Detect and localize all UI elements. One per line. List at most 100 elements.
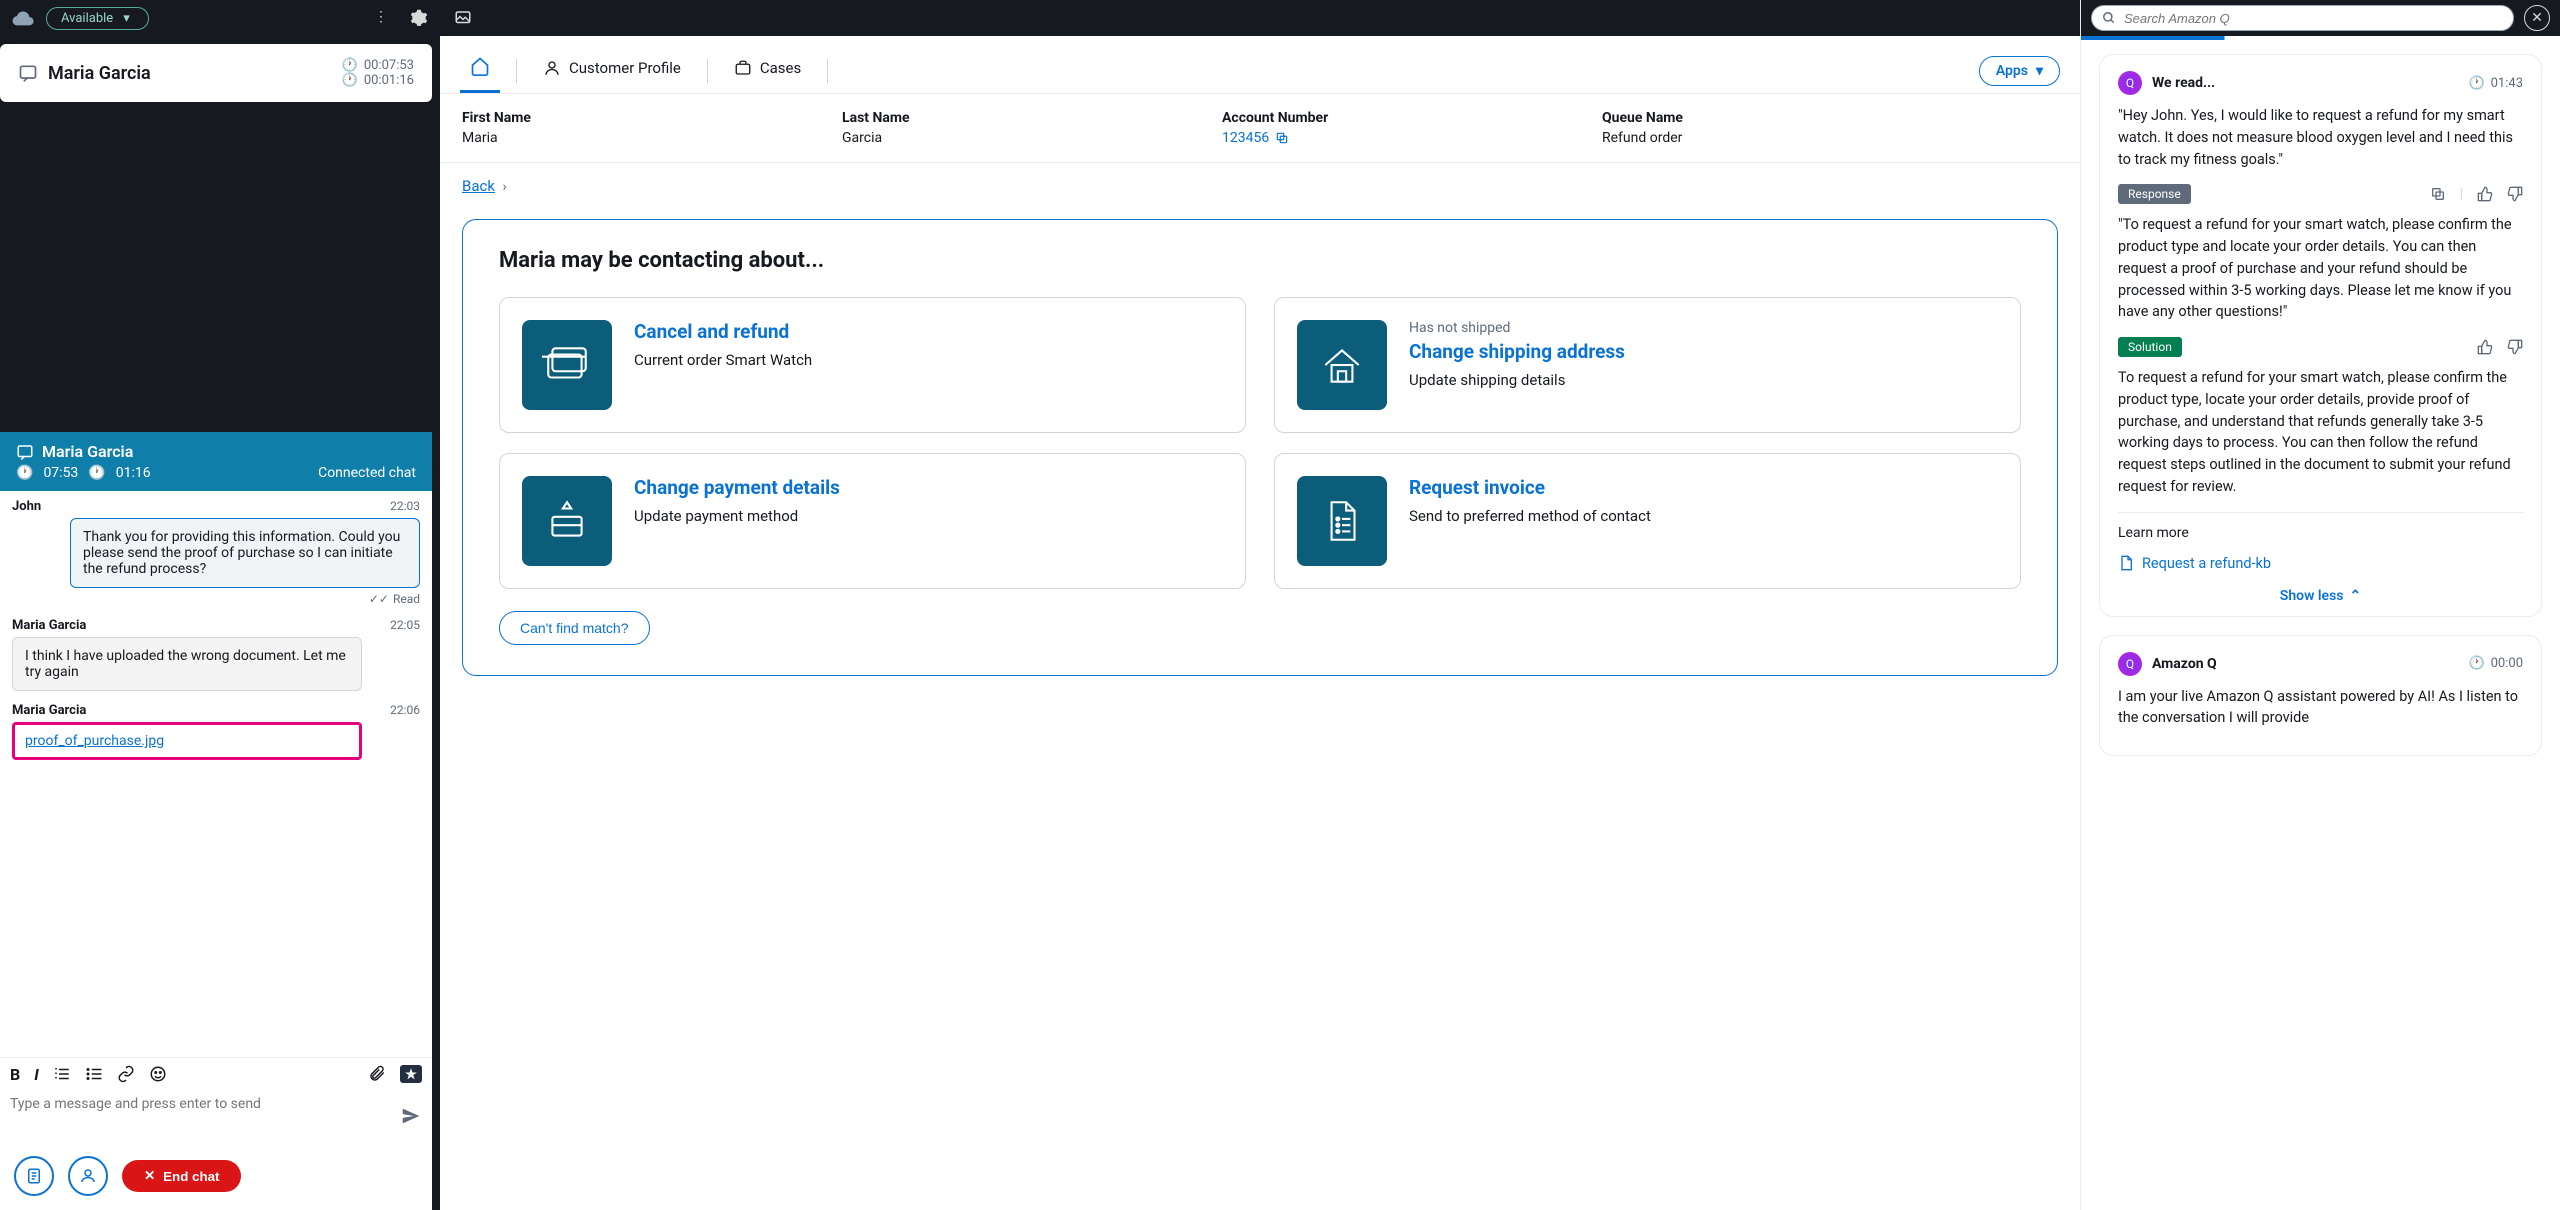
thumbs-down-icon[interactable] <box>2507 186 2523 202</box>
chevron-down-icon: ▾ <box>2036 63 2043 79</box>
kb-link-label: Request a refund-kb <box>2142 555 2271 572</box>
last-name-label: Last Name <box>842 110 1042 126</box>
q-card-title: Amazon Q <box>2152 656 2458 672</box>
card-subtitle: Send to preferred method of contact <box>1409 507 1651 525</box>
thumbs-up-icon[interactable] <box>2477 339 2493 355</box>
ordered-list-button[interactable] <box>53 1065 71 1083</box>
search-wrapper[interactable] <box>2091 5 2514 31</box>
intent-card-change-payment[interactable]: Change payment details Update payment me… <box>499 453 1246 589</box>
attachment-button[interactable] <box>368 1064 386 1084</box>
contact-card[interactable]: Maria Garcia 🕐00:07:53 🕐00:01:16 <box>0 44 432 102</box>
active-contact-header[interactable]: Maria Garcia 🕐07:53 🕐01:16 Connected cha… <box>0 432 432 491</box>
panel-heading: Maria may be contacting about... <box>499 248 2021 273</box>
last-name-value: Garcia <box>842 130 1042 146</box>
card-pretitle: Has not shipped <box>1409 320 1625 336</box>
status-select[interactable]: Available ▾ <box>46 7 149 30</box>
tab-customer-profile[interactable]: Customer Profile <box>533 51 691 91</box>
clock-icon: 🕐 <box>342 73 358 88</box>
apps-label: Apps <box>1996 63 2028 79</box>
intent-card-cancel-refund[interactable]: Cancel and refund Current order Smart Wa… <box>499 297 1246 433</box>
customer-message: I think I have uploaded the wrong docume… <box>12 637 362 691</box>
response-tag: Response <box>2118 184 2191 204</box>
status-label: Available <box>61 11 113 26</box>
connection-status: Connected chat <box>318 465 416 481</box>
solution-tag: Solution <box>2118 337 2182 357</box>
chevron-down-icon: ▾ <box>123 11 130 26</box>
clock-icon: 🕐 <box>16 465 33 481</box>
tab-cases[interactable]: Cases <box>724 51 811 91</box>
invoice-icon <box>1297 476 1387 566</box>
card-title: Change shipping address <box>1409 340 1625 363</box>
emoji-button[interactable] <box>149 1065 167 1083</box>
card-title: Request invoice <box>1409 476 1651 499</box>
more-icon[interactable]: ⋮ <box>374 9 388 27</box>
send-button[interactable] <box>400 1105 422 1127</box>
q-solution-text: To request a refund for your smart watch… <box>2118 367 2523 498</box>
customer-info-row: First Name Maria Last Name Garcia Accoun… <box>440 94 2080 163</box>
cant-find-match-button[interactable]: Can't find match? <box>499 611 650 645</box>
chevron-up-icon: ⌃ <box>2349 588 2361 604</box>
customer-profile-label: Customer Profile <box>569 59 681 77</box>
learn-more-link[interactable]: Learn more <box>2118 525 2523 541</box>
close-icon: ✕ <box>144 1168 155 1184</box>
wallet-icon <box>522 320 612 410</box>
msg-time: 22:03 <box>390 499 420 514</box>
document-icon <box>2118 555 2134 571</box>
thumbs-up-icon[interactable] <box>2477 186 2493 202</box>
contact-name: Maria Garcia <box>48 63 151 84</box>
timer-2: 00:01:16 <box>364 73 414 88</box>
intent-card-request-invoice[interactable]: Request invoice Send to preferred method… <box>1274 453 2021 589</box>
account-number-value[interactable]: 123456 <box>1222 130 1422 146</box>
message-input[interactable] <box>10 1096 390 1136</box>
quick-responses-button[interactable] <box>400 1065 422 1083</box>
link-button[interactable] <box>117 1065 135 1083</box>
kb-link[interactable]: Request a refund-kb <box>2118 555 2523 572</box>
card-subtitle: Update shipping details <box>1409 371 1625 389</box>
first-name-value: Maria <box>462 130 662 146</box>
gear-icon[interactable] <box>410 9 428 27</box>
cases-label: Cases <box>760 59 801 77</box>
account-number-label: Account Number <box>1222 110 1422 126</box>
q-quote-text: "Hey John. Yes, I would like to request … <box>2118 105 2523 170</box>
q-suggestion-card: Q We read... 🕐01:43 "Hey John. Yes, I wo… <box>2099 54 2542 617</box>
copy-icon[interactable] <box>2430 186 2446 202</box>
italic-button[interactable]: I <box>34 1065 39 1084</box>
thumbs-down-icon[interactable] <box>2507 339 2523 355</box>
copy-icon[interactable] <box>1275 131 1289 145</box>
search-input[interactable] <box>2124 11 2503 26</box>
attachment-link[interactable]: proof_of_purchase.jpg <box>25 733 164 749</box>
amazon-q-icon: Q <box>2118 71 2142 95</box>
close-panel-button[interactable]: ✕ <box>2524 5 2550 31</box>
apps-dropdown[interactable]: Apps ▾ <box>1979 56 2060 86</box>
active-contact-name: Maria Garcia <box>42 442 133 461</box>
first-name-label: First Name <box>462 110 662 126</box>
transfer-button[interactable] <box>68 1156 108 1196</box>
transcript-button[interactable] <box>14 1156 54 1196</box>
queue-name-label: Queue Name <box>1602 110 1802 126</box>
credit-card-icon <box>522 476 612 566</box>
q-assistant-text: I am your live Amazon Q assistant powere… <box>2118 686 2523 730</box>
chevron-right-icon: › <box>502 179 506 195</box>
end-chat-label: End chat <box>163 1169 219 1184</box>
card-title: Change payment details <box>634 476 840 499</box>
chat-icon <box>16 443 34 461</box>
back-link[interactable]: Back <box>462 177 495 195</box>
active-t1: 07:53 <box>43 465 78 481</box>
intent-card-change-address[interactable]: Has not shipped Change shipping address … <box>1274 297 2021 433</box>
read-check-icon: ✓✓ <box>369 592 389 606</box>
q-assistant-card: Q Amazon Q 🕐00:00 I am your live Amazon … <box>2099 635 2542 757</box>
unordered-list-button[interactable] <box>85 1065 103 1083</box>
q-card-title: We read... <box>2152 75 2458 91</box>
clock-icon: 🕐 <box>2468 76 2484 91</box>
clock-icon: 🕐 <box>2468 656 2484 671</box>
image-icon[interactable] <box>454 9 472 27</box>
house-icon <box>1297 320 1387 410</box>
show-less-button[interactable]: Show less ⌃ <box>2118 588 2523 604</box>
bold-button[interactable]: B <box>10 1065 20 1084</box>
attachment-block[interactable]: proof_of_purchase.jpg <box>12 722 362 760</box>
tab-home[interactable] <box>460 48 500 93</box>
msg-time: 22:06 <box>390 703 420 718</box>
card-title: Cancel and refund <box>634 320 812 343</box>
chat-icon <box>18 63 38 83</box>
end-chat-button[interactable]: ✕ End chat <box>122 1160 241 1192</box>
